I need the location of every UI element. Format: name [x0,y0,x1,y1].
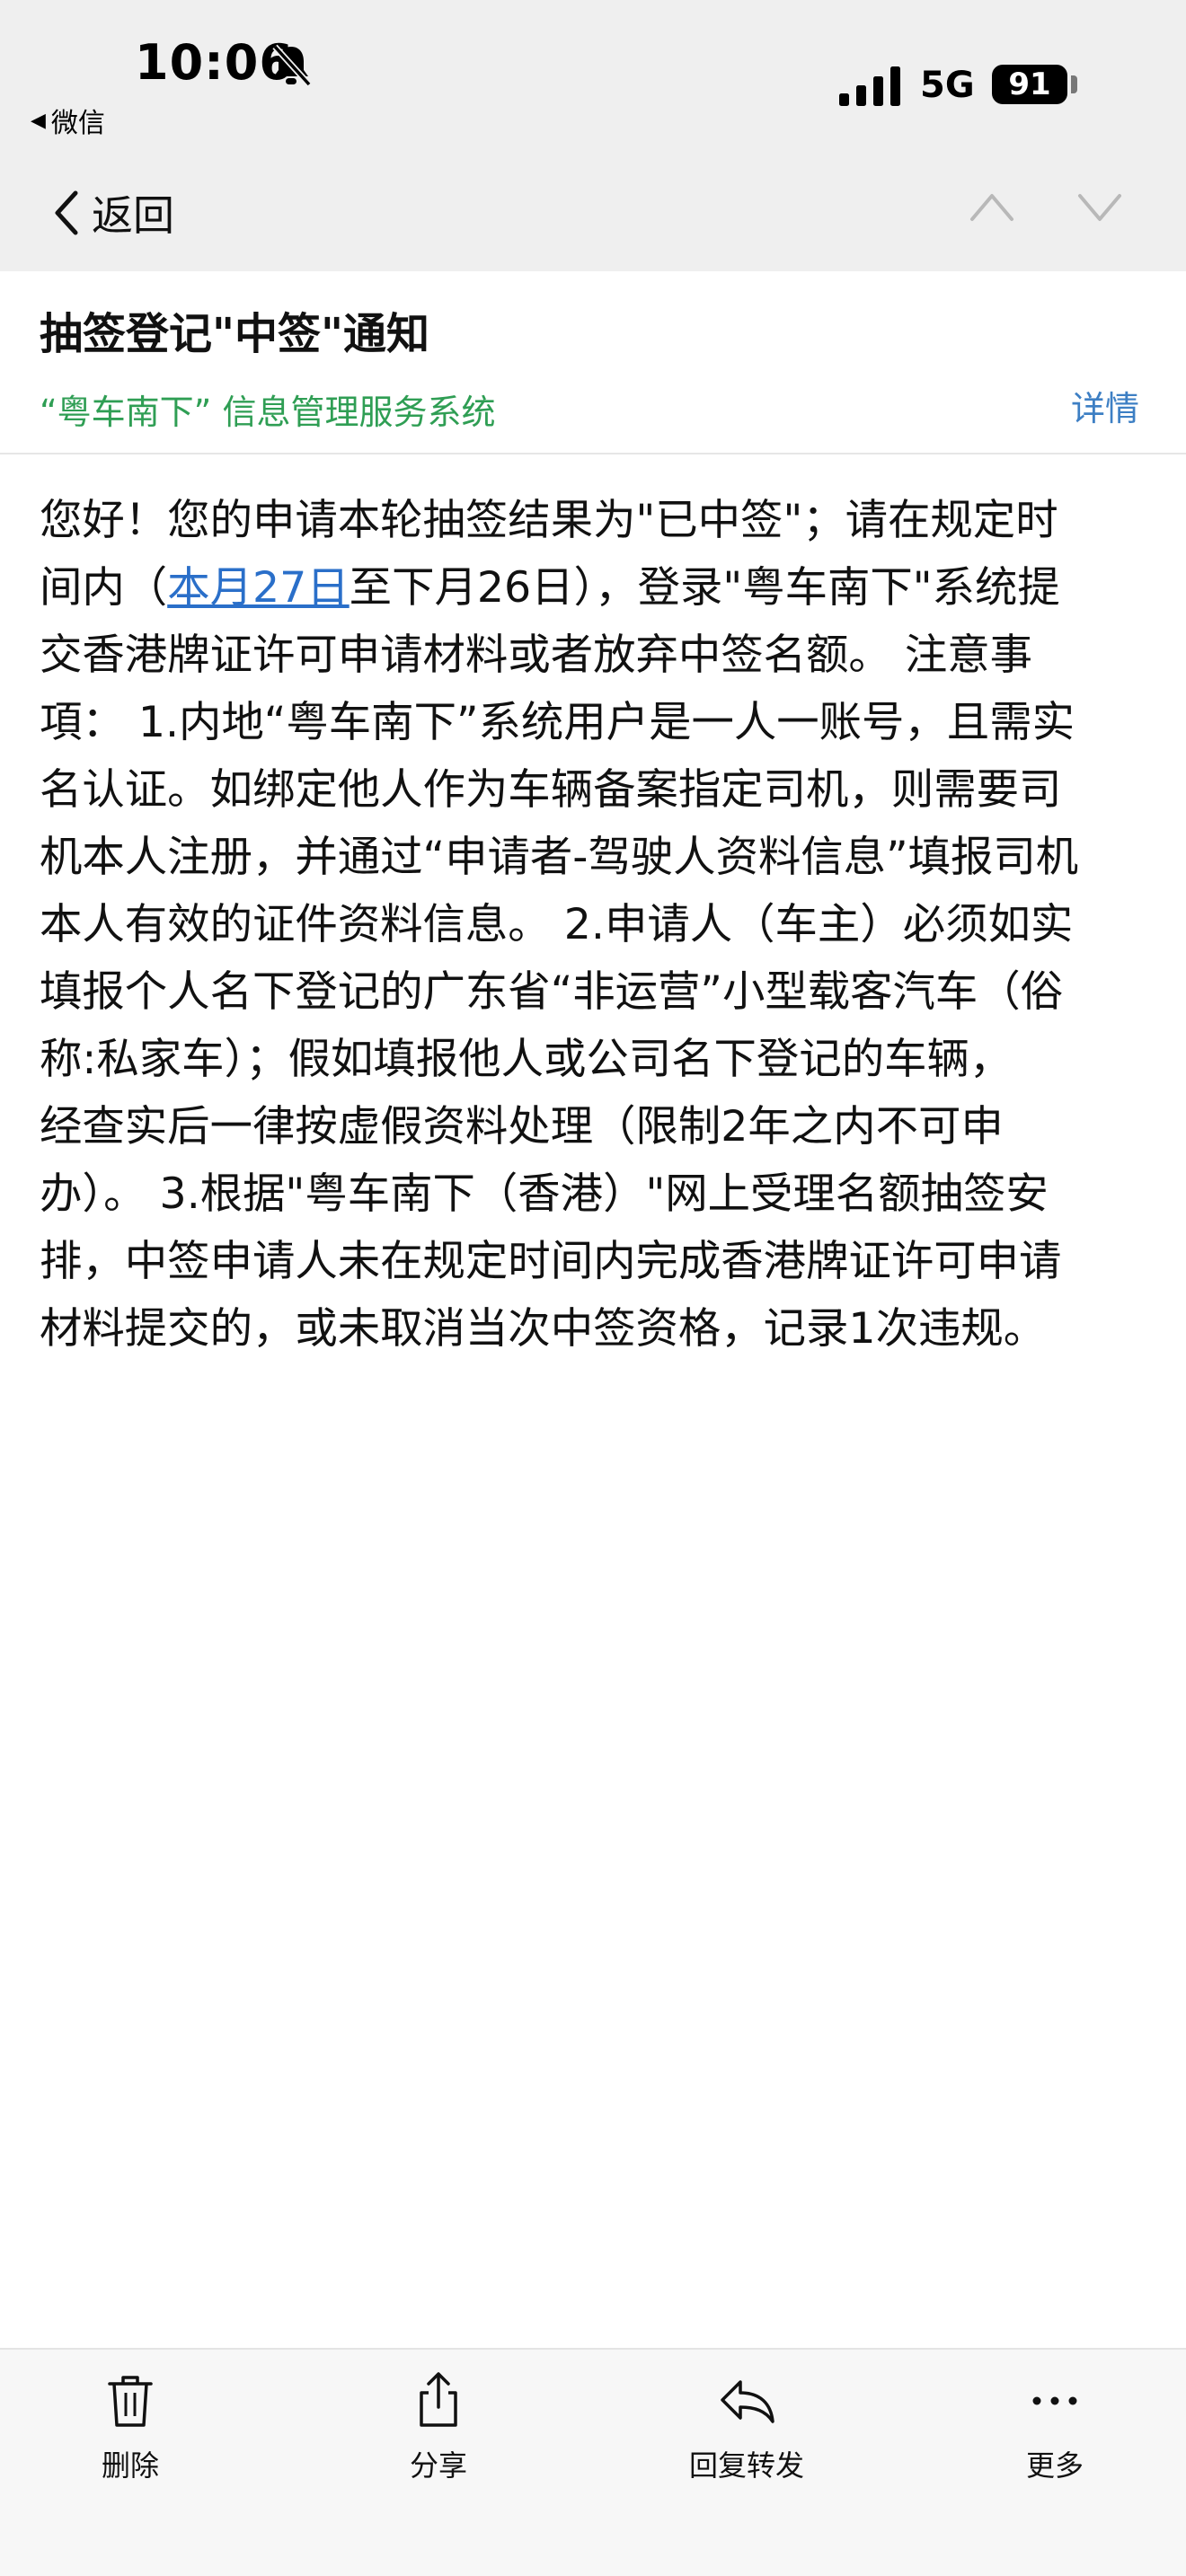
back-label: 返回 [92,191,174,240]
body-line: 排，中签申请人未在规定时间内完成香港牌证许可申请 [40,1237,1062,1286]
body-line: 填报个人名下登记的广东省“非运营”小型载客汽车（俗 [40,967,1064,1017]
trash-icon [108,2376,153,2427]
body-line: 您好！您的申请本轮抽签结果为"已中签"；请在规定时 [40,496,1058,545]
battery-indicator: 91 [992,65,1067,104]
delete-button[interactable]: 删除 [40,2369,220,2484]
signal-icon [839,66,900,106]
back-triangle-icon: ◀ [31,109,46,132]
body-text: 间内（ [40,563,168,613]
body-text: 至下月26日），登录"粤车南下"系统提 [349,563,1060,613]
reply-forward-button[interactable]: 回复转发 [657,2369,836,2484]
body-line: 间内（本月27日至下月26日），登录"粤车南下"系统提 [40,554,1150,622]
more-button[interactable]: 更多 [965,2369,1145,2484]
share-label: 分享 [409,2448,467,2483]
share-button[interactable]: 分享 [349,2369,528,2484]
back-app-label: 微信 [50,108,105,139]
chevron-up-icon[interactable] [969,189,1015,225]
reply-forward-label: 回复转发 [688,2448,804,2483]
more-label: 更多 [1025,2448,1084,2483]
body-line: 机本人注册，并通过“申请者-驾驶人资料信息”填报司机 [40,833,1079,882]
body-line: 交香港牌证许可申请材料或者放弃中签名额。 注意事 [40,631,1033,680]
body-line: 材料提交的，或未取消当次中签资格，记录1次违规。 [40,1304,1047,1354]
bottom-toolbar: 删除 分享 回复转发 更多 [0,2348,1186,2576]
body-line: 名认证。如绑定他人作为车辆备案指定司机，则需要司 [40,765,1062,815]
mail-sender[interactable]: “粤车南下” 信息管理服务系统 [40,384,495,434]
network-label: 5G [920,65,975,106]
body-line: 項： 1.内地“粤车南下”系统用户是一人一账号，且需实 [40,698,1075,747]
more-icon [1032,2396,1077,2405]
mail-subject: 抽签登记"中签"通知 [40,309,430,359]
header-divider [0,453,1186,454]
details-link[interactable]: 详情 [1071,381,1139,430]
body-line: 经查实后一律按虚假资料处理（限制2年之内不可申 [40,1102,1004,1151]
reply-icon [721,2380,774,2423]
body-line: 办）。 3.根据"粤车南下（香港）"网上受理名额抽签安 [40,1169,1049,1219]
chevron-left-icon [55,190,78,235]
delete-label: 删除 [101,2448,159,2483]
mail-body: 您好！您的申请本轮抽签结果为"已中签"；请在规定时 间内（本月27日至下月26日… [40,487,1150,1363]
chevron-down-icon[interactable] [1076,189,1123,225]
bell-slash-icon [272,44,312,87]
date-link[interactable]: 本月27日 [167,563,349,613]
body-line: 称:私家车）；假如填报他人或公司名下登记的车辆， [40,1035,1013,1084]
back-to-app-link[interactable]: ◀ 微信 [31,101,105,140]
battery-cap [1071,75,1077,93]
back-button[interactable]: 返回 [50,183,174,243]
share-icon [420,2372,457,2427]
body-line: 本人有效的证件资料信息。 2.申请人（车主）必须如实 [40,900,1074,949]
